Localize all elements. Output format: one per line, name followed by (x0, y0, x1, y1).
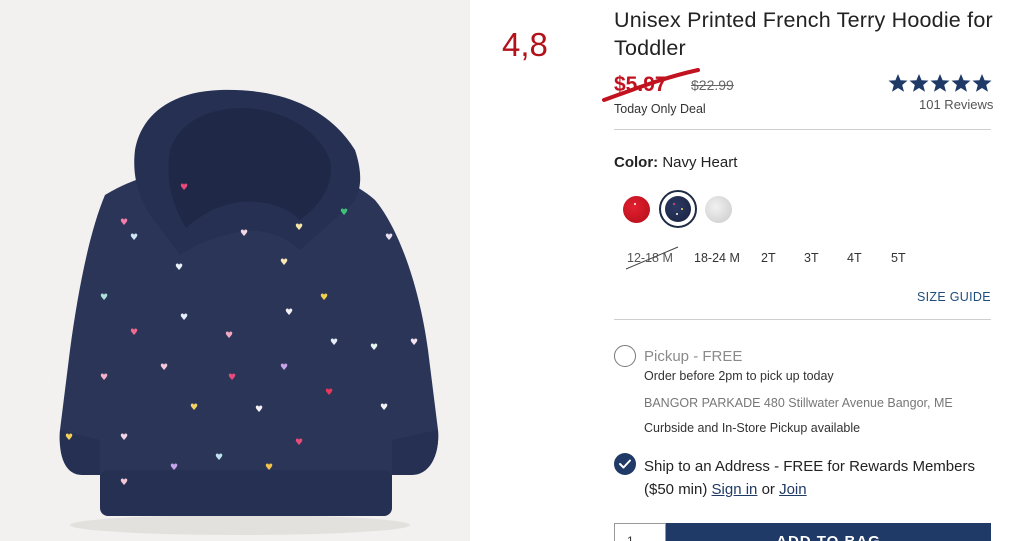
svg-text:♥: ♥ (160, 363, 168, 373)
pickup-availability: Curbside and In-Store Pickup available (644, 421, 861, 435)
svg-text:♥: ♥ (100, 293, 108, 303)
star-icon (930, 74, 950, 92)
svg-text:♥: ♥ (280, 258, 288, 268)
ship-option-text: Ship to an Address - FREE for Rewards Me… (644, 455, 984, 501)
star-icon (888, 74, 908, 92)
ship-label: Ship to an Address - FREE for Rewards Me… (644, 458, 975, 498)
svg-text:♥: ♥ (380, 403, 388, 413)
size-option[interactable]: 3T (804, 251, 819, 265)
sign-in-link[interactable]: Sign in (712, 481, 758, 498)
svg-text:♥: ♥ (330, 338, 338, 348)
svg-text:♥: ♥ (190, 403, 198, 413)
size-option[interactable]: 2T (761, 251, 776, 265)
deal-label: Today Only Deal (614, 102, 706, 116)
size-option[interactable]: 4T (847, 251, 862, 265)
color-label: Color: Navy Heart (614, 154, 737, 171)
divider (614, 319, 991, 320)
svg-text:♥: ♥ (100, 373, 108, 383)
pickup-radio[interactable] (614, 345, 636, 367)
star-icons (888, 74, 992, 92)
svg-text:♥: ♥ (295, 438, 303, 448)
size-option[interactable]: 18-24 M (694, 251, 740, 265)
svg-text:♥: ♥ (228, 373, 236, 383)
svg-text:♥: ♥ (410, 338, 418, 348)
swatch-dot (681, 208, 683, 210)
divider (614, 129, 991, 130)
svg-text:♥: ♥ (285, 308, 293, 318)
svg-text:♥: ♥ (120, 433, 128, 443)
annotation-label: 4,8 (502, 26, 548, 63)
swatch-dot (676, 213, 678, 215)
add-to-bag-button[interactable]: ADD TO BAG (666, 523, 991, 541)
pickup-title: Pickup - FREE (644, 348, 743, 365)
svg-text:♥: ♥ (120, 218, 128, 228)
svg-text:♥: ♥ (170, 463, 178, 473)
svg-text:♥: ♥ (240, 229, 248, 239)
star-icon (972, 74, 992, 92)
size-guide-link[interactable]: SIZE GUIDE (917, 290, 991, 304)
join-link[interactable]: Join (779, 481, 807, 498)
svg-text:♥: ♥ (130, 328, 138, 338)
svg-text:♥: ♥ (120, 478, 128, 488)
ship-radio-checked[interactable] (614, 453, 636, 475)
svg-text:♥: ♥ (320, 293, 328, 303)
svg-text:♥: ♥ (340, 208, 348, 218)
red-swatch[interactable] (623, 196, 650, 223)
star-icon (951, 74, 971, 92)
svg-text:♥: ♥ (175, 263, 183, 273)
svg-text:♥: ♥ (215, 453, 223, 463)
original-price: $22.99 (691, 77, 734, 93)
svg-text:♥: ♥ (255, 405, 263, 415)
svg-text:♥: ♥ (280, 363, 288, 373)
svg-text:♥: ♥ (65, 433, 73, 443)
svg-text:♥: ♥ (370, 343, 378, 353)
grey-swatch[interactable] (705, 196, 732, 223)
star-icon (909, 74, 929, 92)
size-unavailable-strike (625, 246, 679, 270)
reviews-link[interactable]: 101 Reviews (919, 97, 993, 112)
navy-swatch[interactable] (665, 196, 691, 222)
svg-text:♥: ♥ (225, 331, 233, 341)
swatch-dot (673, 203, 675, 205)
product-title: Unisex Printed French Terry Hoodie for T… (614, 8, 993, 60)
check-icon (619, 459, 631, 469)
swatch-dot (634, 203, 636, 205)
color-label-key: Color: (614, 154, 659, 171)
pickup-store[interactable]: BANGOR PARKADE 480 Stillwater Avenue Ban… (644, 396, 953, 410)
svg-text:♥: ♥ (180, 313, 188, 323)
star-rating[interactable] (888, 73, 992, 95)
pickup-cutoff: Order before 2pm to pick up today (644, 369, 834, 383)
color-value: Navy Heart (662, 154, 738, 171)
svg-text:♥: ♥ (130, 233, 138, 243)
price-strikethrough-mark (602, 68, 700, 102)
svg-text:♥: ♥ (295, 223, 303, 233)
svg-text:♥: ♥ (180, 183, 188, 193)
product-image: ♥ ♥ ♥ ♥ ♥ ♥ ♥ ♥ ♥ ♥ ♥ ♥ ♥ ♥ ♥ ♥ ♥ ♥ ♥ ♥ … (0, 0, 470, 541)
svg-text:♥: ♥ (45, 378, 53, 388)
svg-text:♥: ♥ (265, 463, 273, 473)
quantity-value: 1 (627, 534, 634, 541)
or-text: or (757, 481, 780, 498)
quantity-select[interactable]: 1 (614, 523, 666, 541)
svg-text:♥: ♥ (385, 233, 393, 243)
svg-text:♥: ♥ (325, 388, 333, 398)
size-option[interactable]: 5T (891, 251, 906, 265)
hoodie-illustration: ♥ ♥ ♥ ♥ ♥ ♥ ♥ ♥ ♥ ♥ ♥ ♥ ♥ ♥ ♥ ♥ ♥ ♥ ♥ ♥ … (45, 89, 439, 535)
